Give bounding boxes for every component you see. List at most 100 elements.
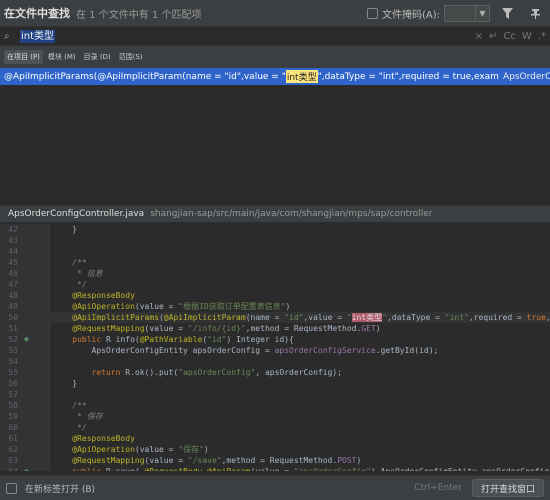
line-number: 52 bbox=[8, 335, 18, 344]
line-number: 64 bbox=[0, 466, 18, 471]
code-token: @RequestMapping bbox=[53, 456, 145, 465]
code-token: apsOrderConfigService bbox=[274, 346, 376, 355]
code-token: @PathVariable bbox=[139, 335, 203, 344]
result-file: ApsOrderConfigController.java 50 bbox=[502, 71, 550, 82]
line-number: 54 bbox=[8, 357, 18, 366]
footer-bar: 在新标签打开 (B) Ctrl+Enter 打开查找窗口 bbox=[0, 475, 550, 500]
code-line: 60 */ bbox=[0, 422, 550, 433]
line-number: 50 bbox=[8, 313, 18, 322]
code-text: */ bbox=[53, 422, 87, 433]
find-in-files-header: 在文件中查找 在 1 个文件中有 1 个匹配项 文件掩码(A): ▼ bbox=[0, 0, 550, 26]
code-token: } bbox=[53, 379, 78, 388]
code-token: " bbox=[346, 313, 352, 322]
file-mask-label: 文件掩码(A): bbox=[381, 9, 440, 21]
code-token: ) bbox=[285, 302, 291, 311]
open-find-window-button[interactable]: 打开查找窗口 bbox=[471, 479, 544, 497]
code-token: /** bbox=[53, 258, 87, 267]
code-token: POST bbox=[337, 456, 357, 465]
code-line: 42 } bbox=[0, 224, 550, 235]
code-token: ,required = bbox=[468, 313, 527, 322]
code-token: save( bbox=[116, 467, 145, 471]
code-token: (value = bbox=[134, 445, 179, 454]
line-number: 48 bbox=[8, 291, 18, 300]
line-number: 49 bbox=[8, 302, 18, 311]
file-mask-input[interactable]: ▼ bbox=[444, 4, 490, 22]
code-text: ApsOrderConfigEntity apsOrderConfig = ap… bbox=[53, 345, 439, 356]
code-token: public bbox=[53, 335, 106, 344]
line-number: 44 bbox=[8, 247, 18, 256]
code-token: true bbox=[526, 313, 546, 322]
newline-icon[interactable]: ↵ bbox=[489, 31, 497, 42]
code-token: "保存" bbox=[178, 445, 204, 454]
chevron-down-icon[interactable]: ▼ bbox=[475, 5, 489, 21]
code-token: @RequestBody @ApiParam bbox=[145, 467, 251, 471]
run-gutter-icon[interactable]: ◉ bbox=[22, 467, 31, 471]
code-token: ) bbox=[203, 445, 209, 454]
new-tab-checkbox[interactable] bbox=[6, 482, 17, 494]
line-number: 63 bbox=[8, 456, 18, 465]
pin-icon[interactable] bbox=[524, 3, 546, 23]
whole-word-toggle[interactable]: W bbox=[522, 31, 532, 42]
code-line: 61 @ResponseBody bbox=[0, 433, 550, 444]
code-token: @ResponseBody bbox=[53, 434, 135, 443]
code-text: public R save( @RequestBody @ApiParam(va… bbox=[53, 466, 550, 471]
search-input[interactable]: int类型 bbox=[20, 29, 56, 43]
file-mask-checkbox[interactable] bbox=[366, 7, 378, 19]
code-text: return R.ok().put("apsOrderConfig", apsO… bbox=[53, 367, 342, 378]
code-token: ) ApsOrderConfigEntity apsOrderConfig){ bbox=[371, 467, 550, 471]
code-text: @ResponseBody bbox=[53, 290, 135, 301]
code-preview[interactable]: 42 } 43 44 45 /** 46 * 信息 47 */48 @ResponseBo… bbox=[0, 224, 550, 471]
line-number: 62 bbox=[8, 445, 18, 454]
code-text: @ApiOperation(value = "根据ID获取订单配置表信息") bbox=[53, 301, 290, 312]
code-text: * 保存 bbox=[53, 411, 103, 422]
code-token: @ApiOperation bbox=[53, 445, 135, 454]
tab-module[interactable]: 模块 (M) bbox=[45, 50, 79, 64]
code-token: "/save" bbox=[187, 456, 222, 465]
line-number: 57 bbox=[8, 390, 18, 399]
line-number: 47 bbox=[8, 280, 18, 289]
tab-directory[interactable]: 目录 (D) bbox=[81, 50, 114, 64]
code-token: "int" bbox=[444, 313, 469, 322]
search-options: × ↵ Cc W .* bbox=[475, 31, 546, 42]
line-number: 58 bbox=[8, 401, 18, 410]
code-token: R bbox=[106, 467, 116, 471]
code-token: ok().put( bbox=[134, 368, 179, 377]
code-line: 46 * 信息 bbox=[0, 268, 550, 279]
regex-toggle[interactable]: .* bbox=[538, 31, 546, 42]
code-text: @RequestMapping(value = "/info/{id}",met… bbox=[53, 323, 381, 334]
code-token: Integer id){ bbox=[236, 335, 294, 344]
code-token: @ApiImplicitParam bbox=[163, 313, 246, 322]
result-text-before: @ApiImplicitParams(@ApiImplicitParam(nam… bbox=[4, 71, 286, 82]
code-token: "apsOrderConfig" bbox=[178, 368, 256, 377]
code-token: "根据ID获取订单配置表信息" bbox=[178, 302, 286, 311]
search-result-row[interactable]: @ApiImplicitParams(@ApiImplicitParam(nam… bbox=[0, 68, 550, 85]
code-token: * 信息 bbox=[53, 269, 103, 278]
code-token: info( bbox=[115, 335, 140, 344]
match-case-toggle[interactable]: Cc bbox=[503, 31, 515, 42]
filter-icon[interactable] bbox=[496, 3, 518, 23]
clear-icon[interactable]: × bbox=[475, 31, 483, 42]
match-count: 在 1 个文件中有 1 个匹配项 bbox=[76, 9, 202, 21]
code-token: ) bbox=[375, 324, 381, 333]
code-text: } bbox=[53, 224, 77, 235]
code-line: 62 @ApiOperation(value = "保存") bbox=[0, 444, 550, 455]
tab-scope[interactable]: 范围(S) bbox=[116, 50, 146, 64]
run-gutter-icon[interactable]: ◉ bbox=[22, 335, 31, 344]
code-token: ) bbox=[356, 456, 362, 465]
code-line: 51 @RequestMapping(value = "/info/{id}",… bbox=[0, 323, 550, 334]
line-number: 46 bbox=[8, 269, 18, 278]
search-bar: ⌕ int类型 × ↵ Cc W .* bbox=[0, 26, 550, 46]
line-number: 51 bbox=[8, 324, 18, 333]
code-token: } bbox=[53, 225, 78, 234]
code-text: } bbox=[53, 378, 77, 389]
code-text: @ResponseBody bbox=[53, 433, 135, 444]
line-number: 55 bbox=[8, 368, 18, 377]
code-token: "apsOrderConfig" bbox=[294, 467, 371, 471]
code-token: R. bbox=[125, 368, 135, 377]
code-line: 47 */ bbox=[0, 279, 550, 290]
tab-project[interactable]: 在项目 (P) bbox=[4, 50, 43, 64]
code-token: , apsOrderConfig); bbox=[255, 368, 343, 377]
code-token: ,method = RequestMethod. bbox=[221, 456, 338, 465]
line-number: 45 bbox=[8, 258, 18, 267]
code-line: 54 bbox=[0, 356, 550, 367]
